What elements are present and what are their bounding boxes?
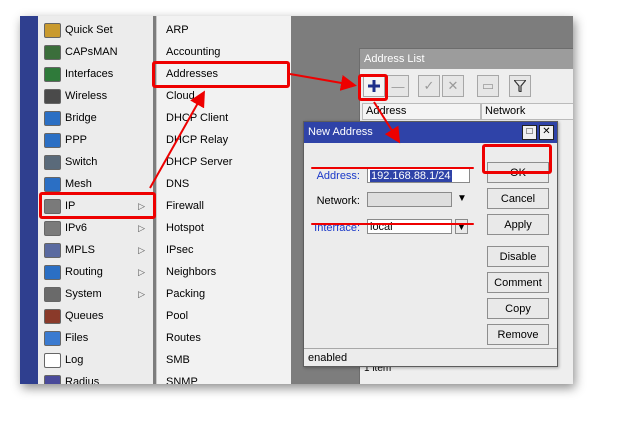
annotation-arrows <box>149 73 401 189</box>
arrow-addresses-to-add <box>289 73 357 91</box>
arrow-add-to-dialog <box>373 101 401 144</box>
arrow-ip-to-addresses <box>149 90 205 189</box>
winbox-window: Quick Set CAPsMAN Interfaces Wireless Bridge… <box>20 16 573 384</box>
